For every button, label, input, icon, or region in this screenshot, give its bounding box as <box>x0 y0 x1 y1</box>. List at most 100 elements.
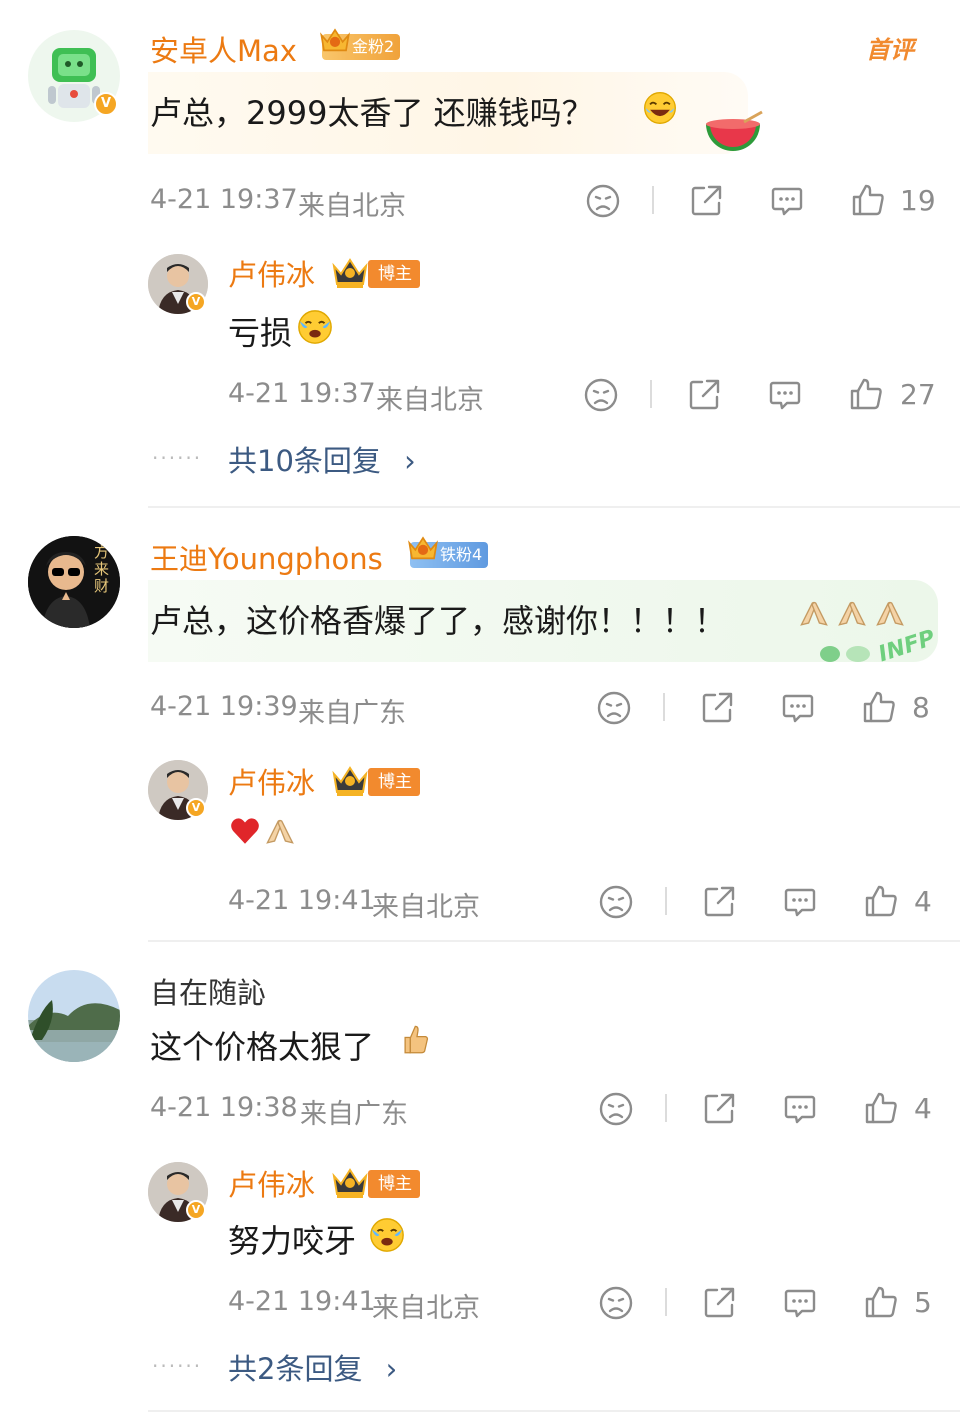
crown-icon <box>318 26 352 56</box>
comment-time: 4-21 19:38 <box>150 1092 298 1123</box>
reply-time: 4-21 19:41 <box>228 1286 376 1317</box>
heart-emoji-icon <box>228 814 262 848</box>
like-icon[interactable] <box>850 182 886 218</box>
comment-icon[interactable] <box>769 183 805 219</box>
verified-icon: V <box>186 798 206 818</box>
dots-separator: ······ <box>152 446 203 470</box>
dislike-icon[interactable] <box>598 1285 634 1321</box>
comment-icon[interactable] <box>782 1091 818 1127</box>
avatar[interactable] <box>28 970 120 1062</box>
username[interactable]: 王迪Youngphons <box>150 536 383 578</box>
crown-icon <box>330 1166 370 1200</box>
comment-text: 卢总，2999太香了 还赚钱吗？ <box>150 94 594 132</box>
username[interactable]: 卢伟冰 <box>228 760 315 802</box>
like-count: 19 <box>900 184 936 217</box>
username[interactable]: 自在随訫 <box>150 970 266 1012</box>
dislike-icon[interactable] <box>596 690 632 726</box>
dislike-icon[interactable] <box>598 1091 634 1127</box>
dislike-icon[interactable] <box>598 884 634 920</box>
like-count: 4 <box>914 885 932 918</box>
comment-time: 4-21 19:39 <box>150 691 298 722</box>
dots-separator: ······ <box>152 1354 203 1378</box>
like-count: 5 <box>914 1286 932 1319</box>
like-count: 27 <box>900 378 936 411</box>
pray-emoji-icon <box>262 814 298 850</box>
reply-text: 亏损 <box>228 314 293 352</box>
like-count: 4 <box>914 1092 932 1125</box>
like-icon[interactable] <box>863 1284 899 1320</box>
comment-icon[interactable] <box>780 690 816 726</box>
chevron-right-icon: › <box>404 444 416 478</box>
fan-badge[interactable]: 铁粉4 <box>410 542 489 568</box>
separator <box>663 693 665 721</box>
like-count: 8 <box>912 691 930 724</box>
comment-location: 来自广东 <box>300 1099 408 1130</box>
separator <box>652 186 654 214</box>
more-replies-label: 共10条回复 <box>228 444 381 478</box>
like-icon[interactable] <box>848 376 884 412</box>
bubble-decoration-icon <box>820 646 870 662</box>
verified-icon: V <box>186 292 206 312</box>
share-icon[interactable] <box>701 1285 737 1321</box>
more-replies-link[interactable]: 共2条回复 › <box>228 1346 397 1388</box>
like-icon[interactable] <box>861 689 897 725</box>
chevron-right-icon: › <box>385 1352 398 1386</box>
blogger-badge: 博主 <box>368 1170 420 1198</box>
reply-time: 4-21 19:37 <box>228 378 376 409</box>
share-icon[interactable] <box>701 884 737 920</box>
laugh-emoji-icon <box>642 90 678 126</box>
like-icon[interactable] <box>863 1090 899 1126</box>
share-icon[interactable] <box>699 690 735 726</box>
avatar-text: 方来财 <box>94 543 110 595</box>
dislike-icon[interactable] <box>585 183 621 219</box>
avatar[interactable]: 方来财 <box>28 536 120 628</box>
comment-location: 来自广东 <box>298 698 406 729</box>
blogger-badge: 博主 <box>368 768 420 796</box>
share-icon[interactable] <box>701 1091 737 1127</box>
crown-icon <box>330 256 370 290</box>
username[interactable]: 安卓人Max <box>150 28 297 70</box>
pray-emoji-icon <box>796 596 832 632</box>
reply-location: 来自北京 <box>376 385 484 416</box>
share-icon[interactable] <box>686 377 722 413</box>
first-comment-tag: 首评 <box>866 36 914 64</box>
verified-icon: V <box>186 1200 206 1220</box>
cry-emoji-icon <box>296 308 334 346</box>
comment-time: 4-21 19:37 <box>150 184 298 215</box>
more-replies-label: 共2条回复 <box>228 1352 363 1386</box>
comment-text: 这个价格太狠了 <box>150 1028 375 1066</box>
blogger-badge: 博主 <box>368 260 420 288</box>
cry-emoji-icon <box>368 1216 406 1254</box>
share-icon[interactable] <box>688 183 724 219</box>
separator <box>665 1094 667 1122</box>
reply-location: 来自北京 <box>372 1293 480 1324</box>
separator <box>650 380 652 408</box>
username[interactable]: 卢伟冰 <box>228 252 315 294</box>
watermelon-icon <box>706 110 763 151</box>
crown-icon <box>406 534 440 564</box>
comment-icon[interactable] <box>767 377 803 413</box>
separator <box>665 1288 667 1316</box>
more-replies-link[interactable]: 共10条回复 › <box>228 438 416 480</box>
like-icon[interactable] <box>863 883 899 919</box>
separator <box>665 887 667 915</box>
reply-text: 努力咬牙 <box>228 1222 357 1260</box>
fan-badge-label: 金粉2 <box>352 37 395 56</box>
fan-badge[interactable]: 金粉2 <box>322 34 401 60</box>
comment-location: 来自北京 <box>298 191 406 222</box>
dislike-icon[interactable] <box>583 377 619 413</box>
crown-icon <box>330 764 370 798</box>
divider <box>148 940 960 942</box>
fan-badge-label: 铁粉4 <box>440 545 483 564</box>
verified-icon: V <box>94 92 118 116</box>
thumbs-up-emoji-icon <box>400 1022 434 1058</box>
comment-icon[interactable] <box>782 1285 818 1321</box>
reply-time: 4-21 19:41 <box>228 885 376 916</box>
divider <box>148 506 960 508</box>
username[interactable]: 卢伟冰 <box>228 1162 315 1204</box>
divider <box>148 1410 960 1412</box>
comment-icon[interactable] <box>782 884 818 920</box>
reply-location: 来自北京 <box>372 892 480 923</box>
pray-emoji-icon <box>834 596 870 632</box>
comment-text: 卢总，这价格香爆了了，感谢你！！！！ <box>150 602 727 640</box>
